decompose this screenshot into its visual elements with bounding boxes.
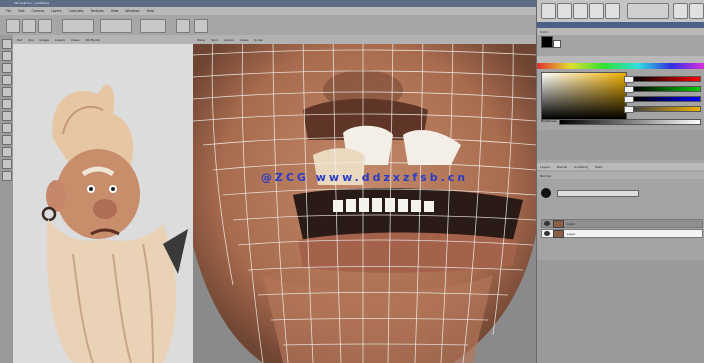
hue-strip[interactable] [537, 63, 704, 69]
eye-icon[interactable] [544, 231, 550, 236]
picker-icon[interactable] [2, 123, 12, 133]
ref-tab-1[interactable]: Ref [17, 38, 22, 42]
ref-tab-4[interactable]: Layers [55, 38, 65, 42]
quick-buttons[interactable] [627, 3, 669, 19]
tab-sculpting[interactable]: Sculpting [574, 165, 588, 169]
viewport-header: Plane Spin Layers Views Scale [193, 35, 536, 44]
menu-textures[interactable]: Textures [91, 9, 104, 13]
viewport-3d[interactable]: Plane Spin Layers Views Scale @ZCG www.d… [193, 35, 536, 363]
rotate-icon[interactable] [22, 19, 36, 33]
curve-icon[interactable] [2, 159, 12, 169]
empty-panel-area [537, 130, 704, 160]
window-title: 3D-Coat 4.x - (untitled) [0, 0, 536, 7]
help-icon[interactable] [689, 3, 704, 19]
green-slider[interactable] [633, 86, 701, 92]
menu-calculate[interactable]: Calculate [69, 9, 84, 13]
smudge-icon[interactable] [2, 99, 12, 109]
menu-view[interactable]: View [111, 9, 119, 13]
face-mesh-render [193, 35, 536, 363]
mask-icon[interactable] [2, 147, 12, 157]
blur-icon[interactable] [2, 135, 12, 145]
opacity-dial[interactable] [541, 188, 551, 198]
menu-camera[interactable]: Camera [32, 9, 45, 13]
vp-tab-2[interactable]: Spin [211, 38, 218, 42]
ref-tab-5[interactable]: Views [71, 38, 80, 42]
vp-tab-3[interactable]: Layers [224, 38, 234, 42]
menu-windows[interactable]: Windows [125, 9, 139, 13]
ref-tab-2[interactable]: Ups [28, 38, 34, 42]
symmetry-icon[interactable] [176, 19, 190, 33]
clone-icon[interactable] [2, 111, 12, 121]
opacity-slider[interactable] [557, 190, 639, 197]
eye-icon[interactable] [544, 221, 550, 226]
ref-tab-6[interactable]: 3D Model [86, 38, 100, 42]
color-tabs: Color [537, 28, 704, 35]
vp-tab-4[interactable]: Views [240, 38, 249, 42]
reference-panel: Ref Ups Image Layers Views 3D Model [13, 35, 193, 363]
menu-help[interactable]: Help [147, 9, 154, 13]
vp-tab-5[interactable]: Scale [254, 38, 262, 42]
fill-icon[interactable] [2, 87, 12, 97]
color-picker-field[interactable] [541, 72, 627, 120]
tab-layers[interactable]: Layers [540, 165, 550, 169]
brush-depth-field[interactable] [100, 19, 132, 33]
layer-mode-row: Normal [537, 172, 704, 179]
uv-mode-icon[interactable] [589, 3, 604, 19]
primary-color-swatch[interactable] [541, 36, 553, 48]
zoom-icon[interactable] [38, 19, 52, 33]
settings-icon[interactable] [673, 3, 688, 19]
blend-mode-select[interactable]: Normal [540, 174, 551, 178]
color-tab-label[interactable]: Color [540, 30, 548, 34]
retopo-mode-icon[interactable] [573, 3, 588, 19]
vp-tab-1[interactable]: Plane [197, 38, 205, 42]
airbrush-icon[interactable] [2, 51, 12, 61]
palette-tabs [537, 56, 704, 63]
menu-layers[interactable]: Layers [51, 9, 62, 13]
brightness-slider[interactable] [559, 119, 701, 125]
layer-thumbnail [553, 219, 564, 228]
reference-header: Ref Ups Image Layers Views 3D Model [13, 35, 193, 44]
secondary-color-swatch[interactable] [553, 40, 561, 48]
panel-empty-area [537, 260, 704, 363]
blue-slider[interactable] [633, 96, 701, 102]
text-icon[interactable] [2, 171, 12, 181]
layer-row[interactable]: Layer [541, 229, 703, 238]
sculpt-mode-icon[interactable] [557, 3, 572, 19]
layer-thumbnail [553, 229, 564, 238]
right-top-bar [537, 0, 704, 22]
red-slider[interactable] [633, 76, 701, 82]
reference-dwarf-image [13, 44, 193, 363]
paint-mode-icon[interactable] [541, 3, 556, 19]
tab-blends[interactable]: Blends [557, 165, 567, 169]
toolbar [0, 15, 536, 36]
right-panel: Color Brightness Layers Blends Sculpting… [536, 0, 704, 363]
tab-paint[interactable]: Paint [595, 165, 602, 169]
layer-row-selected[interactable]: Color [541, 219, 703, 228]
watermark-text: @ZCG www.ddzxzfsb.cn [260, 171, 469, 184]
brightness-label: Brightness [541, 119, 557, 123]
layer-name: Layer [567, 231, 576, 236]
stroke-icon[interactable] [194, 19, 208, 33]
eraser-icon[interactable] [2, 75, 12, 85]
pen-icon[interactable] [2, 63, 12, 73]
menu-edit[interactable]: Edit [18, 9, 24, 13]
layers-list: Color Layer [541, 205, 703, 265]
render-mode-icon[interactable] [605, 3, 620, 19]
brush-icon[interactable] [2, 39, 12, 49]
menu-file[interactable]: File [6, 9, 11, 13]
layer-name: Color [567, 221, 575, 226]
move-icon[interactable] [6, 19, 20, 33]
brush-size-field[interactable] [62, 19, 94, 33]
layers-tab-row: Layers Blends Sculpting Paint [537, 163, 704, 170]
alpha-slider[interactable] [633, 106, 701, 112]
smoothing-field[interactable] [140, 19, 166, 33]
ref-tab-3[interactable]: Image [40, 38, 49, 42]
tool-palette [0, 35, 14, 363]
menu-bar: File Edit Camera Layers Calculate Textur… [0, 7, 536, 15]
